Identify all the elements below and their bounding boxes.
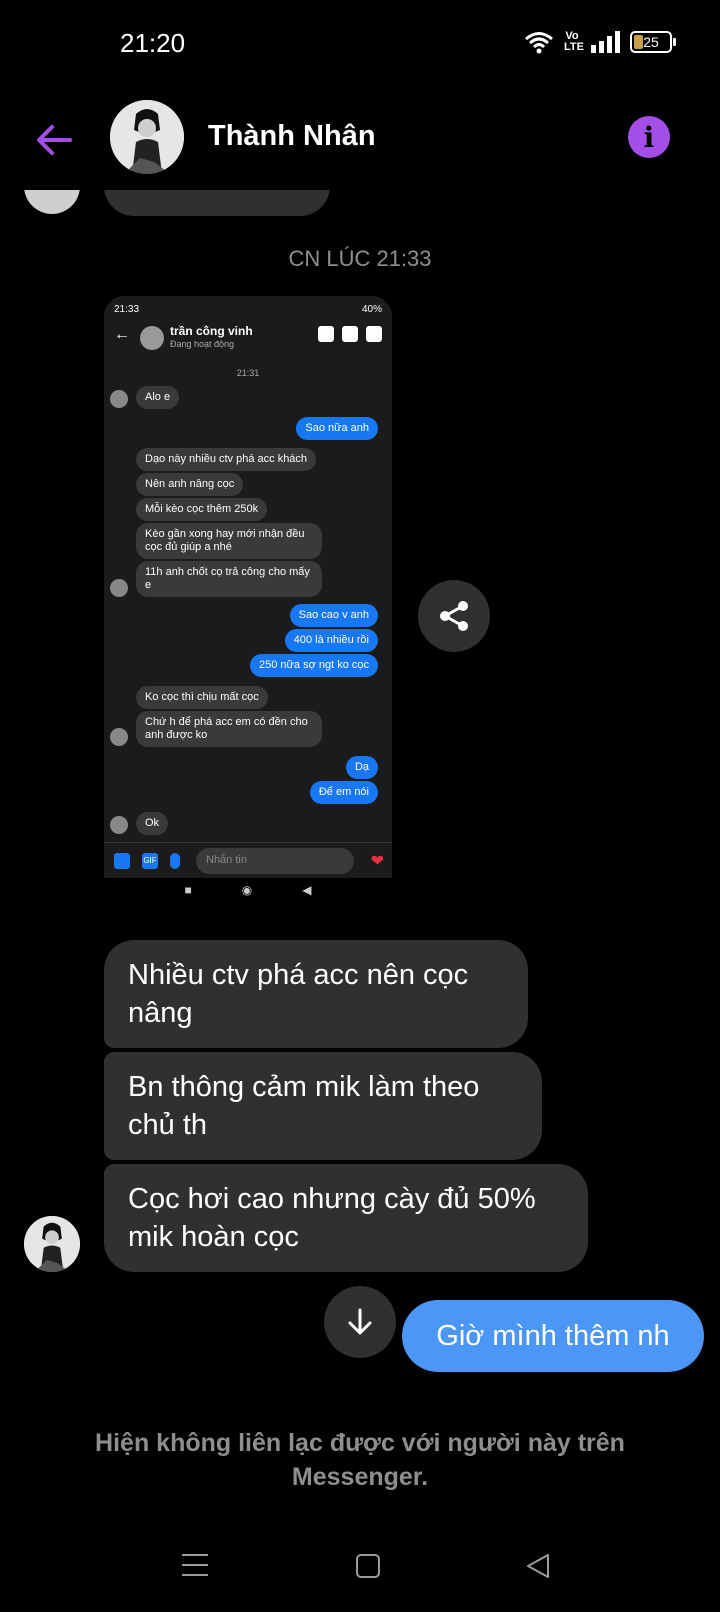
- screenshot-heart-icon: ❤: [370, 853, 384, 870]
- screenshot-home-icon: ◉: [241, 882, 253, 897]
- screenshot-avatar: [140, 326, 164, 350]
- message-timestamp: CN LÚC 21:33: [288, 246, 432, 271]
- screenshot-back-nav-icon: ◀: [302, 882, 312, 897]
- screenshot-header: ← trần công vinh Đang hoạt động: [104, 322, 392, 352]
- sender-avatar[interactable]: [24, 1216, 80, 1272]
- screenshot-phone-icon: [318, 326, 334, 342]
- screenshot-message: Dạo này nhiều ctv phá acc khách: [136, 448, 317, 471]
- contact-avatar[interactable]: [110, 100, 184, 174]
- screenshot-camera-icon: [114, 853, 130, 869]
- unavailable-notice: Hiện không liên lạc được với người này t…: [95, 1429, 625, 1491]
- screenshot-header-actions: [318, 326, 382, 342]
- status-time: 21:20: [120, 28, 186, 58]
- screenshot-time: 21:31: [236, 368, 260, 378]
- battery-fill: [634, 35, 643, 49]
- scroll-to-bottom-button[interactable]: [324, 1286, 396, 1358]
- arrow-down-icon: [348, 1308, 372, 1335]
- screenshot-message: Nên anh nâng cọc: [136, 473, 244, 496]
- system-back-button[interactable]: [524, 1552, 552, 1580]
- screenshot-message: 400 là nhiều rồi: [284, 629, 378, 652]
- screenshot-message: Để em nói: [309, 781, 378, 804]
- screenshot-message: Chứ h để phá acc em có đền cho anh được …: [136, 711, 322, 747]
- screenshot-message: 11h anh chốt cọ trả công cho mấy e: [136, 561, 322, 597]
- volte-indicator: Vo LTE: [564, 30, 584, 53]
- screenshot-message: Ok: [136, 812, 169, 835]
- screenshot-message-avatar: [110, 728, 128, 746]
- screenshot-video-icon: [342, 326, 358, 342]
- home-button[interactable]: [356, 1554, 380, 1578]
- screenshot-message: Mỗi kèo cọc thêm 250k: [136, 498, 268, 521]
- screenshot-recents-icon: ■: [184, 882, 192, 897]
- screenshot-back-icon: ←: [114, 326, 130, 343]
- screenshot-contact-status: Đang hoạt động: [170, 339, 235, 349]
- shared-screenshot-image[interactable]: 21:33 40% ← trần công vinh Đang hoạt độn…: [104, 296, 392, 901]
- triangle-back-icon: [527, 1554, 549, 1578]
- screenshot-status-time: 21:33: [114, 304, 140, 315]
- system-nav-bar: [0, 1530, 720, 1612]
- recents-button[interactable]: [182, 1554, 208, 1578]
- status-bar: 21:20 Vo LTE 25: [0, 0, 720, 90]
- screenshot-message: 250 nữa sợ ngt ko cọc: [250, 654, 378, 677]
- battery-level: 25: [643, 34, 659, 50]
- screenshot-contact-name: trần công vinh: [170, 324, 253, 338]
- message-bubble-incoming[interactable]: Nhiều ctv phá acc nên cọc nâng: [104, 940, 528, 1048]
- screenshot-status-battery: 40%: [361, 304, 382, 315]
- signal-icon: [591, 31, 620, 53]
- screenshot-message: Sao nữa anh: [296, 417, 378, 440]
- conversation-header: Thành Nhân i: [0, 90, 720, 190]
- message-bubble-outgoing[interactable]: Giờ mình thêm nh: [402, 1300, 704, 1372]
- screenshot-message: Alo e: [136, 386, 180, 409]
- screenshot-gear-icon: [366, 326, 382, 342]
- battery-icon: 25: [630, 31, 676, 53]
- screenshot-message-input: Nhắn tin: [196, 848, 354, 874]
- back-button[interactable]: [32, 118, 76, 162]
- screenshot-message-avatar: [110, 579, 128, 597]
- contact-name[interactable]: Thành Nhân: [208, 120, 376, 153]
- status-icons: Vo LTE 25: [524, 30, 676, 54]
- share-icon: [440, 601, 468, 631]
- screenshot-status-bar: 21:33 40%: [114, 304, 382, 315]
- screenshot-message: Sao cao v anh: [289, 604, 378, 627]
- share-button[interactable]: [418, 580, 490, 652]
- screenshot-nav-bar: ■ ◉ ◀: [104, 878, 392, 901]
- screenshot-gif-icon: GIF: [142, 853, 158, 869]
- screenshot-composer: GIF Nhắn tin ❤: [104, 842, 392, 878]
- info-button[interactable]: i: [628, 116, 670, 158]
- screenshot-message-avatar: [110, 390, 128, 408]
- avatar-figure-icon: [110, 100, 184, 174]
- info-icon: i: [643, 120, 655, 154]
- arrow-left-icon: [37, 125, 72, 155]
- screenshot-message: Dạ: [345, 756, 378, 779]
- screenshot-message-avatar: [110, 816, 128, 834]
- screenshot-message: Ko cọc thì chịu mất cọc: [136, 686, 268, 709]
- screenshot-message: Kèo gần xong hay mới nhận đều cọc đủ giú…: [136, 523, 322, 559]
- message-bubble-incoming[interactable]: Cọc hơi cao nhưng cày đủ 50% mik hoàn cọ…: [104, 1164, 588, 1272]
- screenshot-mic-icon: [170, 853, 180, 869]
- message-bubble-incoming[interactable]: Bn thông cảm mik làm theo chủ th: [104, 1052, 542, 1160]
- wifi-icon: [525, 32, 553, 54]
- avatar-figure-icon: [24, 1216, 80, 1272]
